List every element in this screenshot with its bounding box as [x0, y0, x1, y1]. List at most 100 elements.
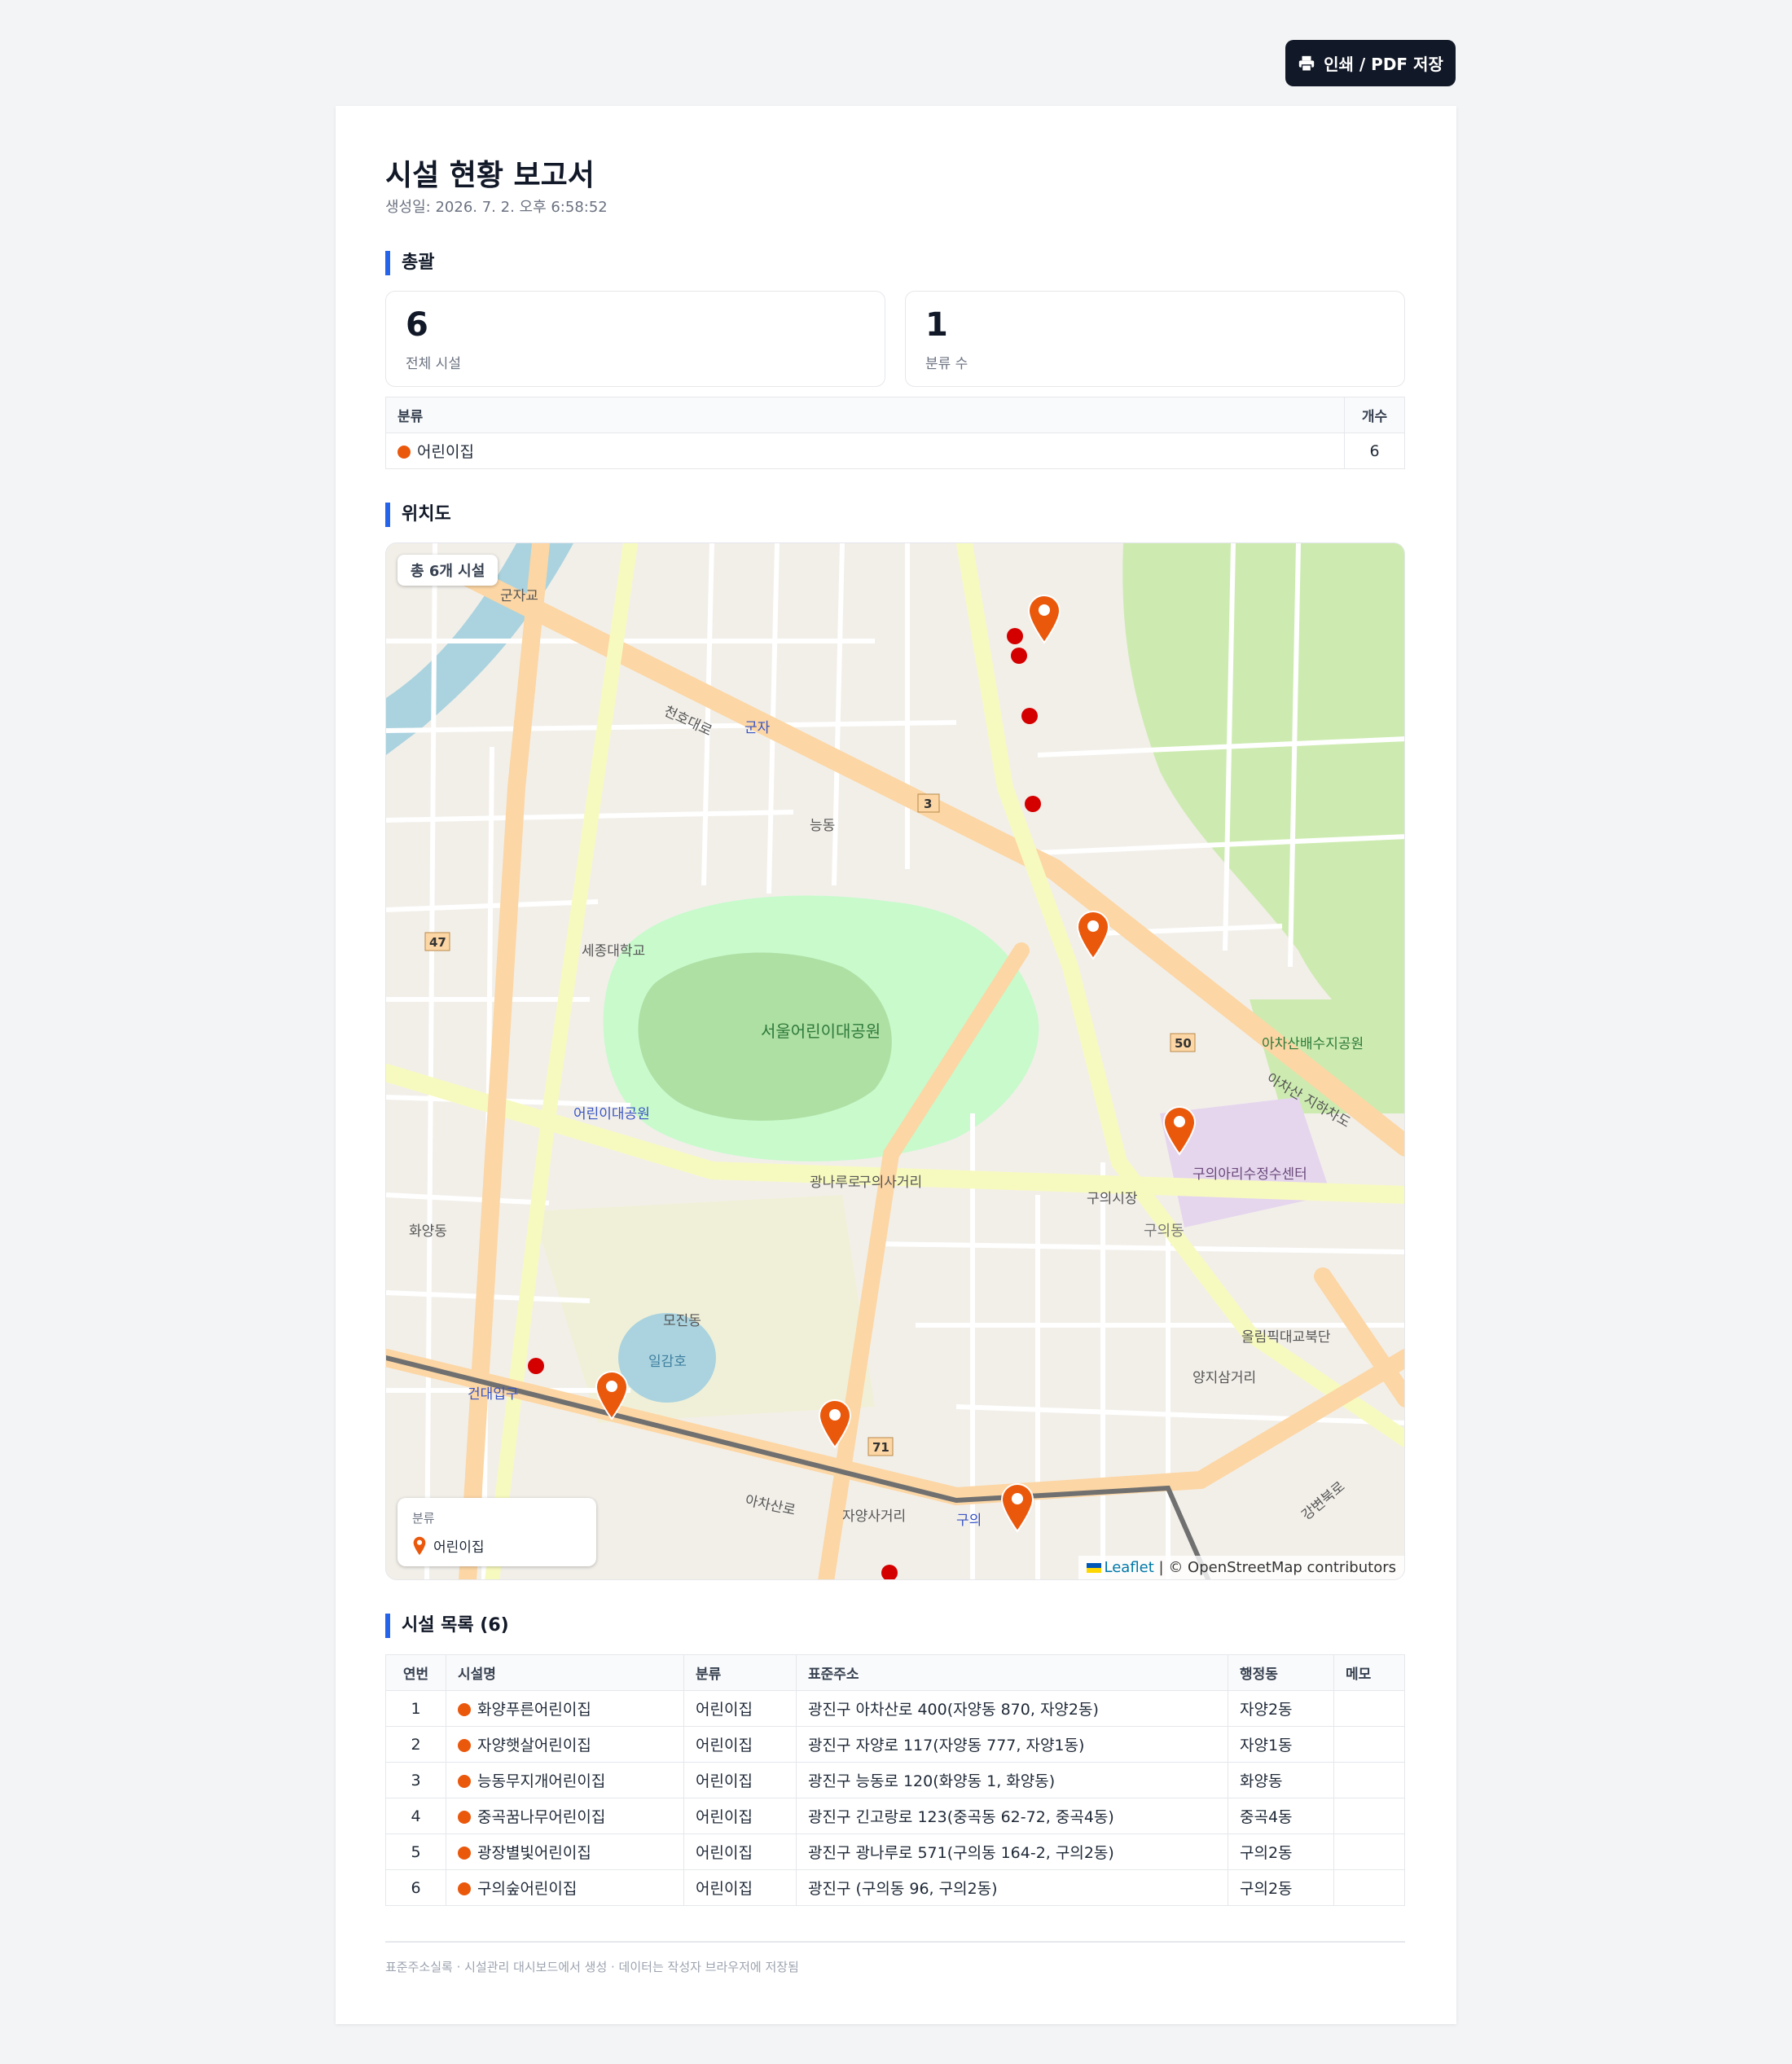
col-count: 개수: [1344, 397, 1405, 433]
report-title: 시설 현황 보고서: [385, 159, 595, 192]
map-label-guuidong: 구의동: [1144, 1223, 1184, 1240]
map-pin-icon: [413, 1536, 426, 1555]
row-name: 화양푸른어린이집: [446, 1690, 684, 1727]
table-row: 1 화양푸른어린이집 어린이집 광진구 아차산로 400(자양동 870, 자양…: [385, 1690, 1405, 1727]
facility-marker-3[interactable]: [595, 1370, 629, 1421]
row-memo: [1333, 1869, 1405, 1906]
col-memo: 메모: [1333, 1654, 1405, 1691]
row-dong: 자양2동: [1228, 1690, 1334, 1727]
map-label-mojin: 모진동: [663, 1313, 701, 1329]
col-category: 분류: [683, 1654, 797, 1691]
row-memo: [1333, 1726, 1405, 1763]
row-name: 중곡꿈나무어린이집: [446, 1798, 684, 1834]
col-address: 표준주소: [796, 1654, 1228, 1691]
row-dong: 중곡4동: [1228, 1798, 1334, 1834]
category-name: 어린이집: [417, 443, 474, 461]
facility-marker-4[interactable]: [1027, 594, 1061, 644]
row-address: 광진구 광나루로 571(구의동 164-2, 구의2동): [796, 1833, 1228, 1870]
facility-name: 능동무지개어린이집: [477, 1772, 606, 1790]
category-dot-icon: [458, 1703, 471, 1716]
facility-name: 자양햇살어린이집: [477, 1737, 591, 1754]
route-47-shield: 47: [429, 935, 446, 950]
print-pdf-label: 인쇄 / PDF 저장: [1324, 55, 1443, 74]
facility-marker-1[interactable]: [1000, 1482, 1034, 1533]
row-memo: [1333, 1798, 1405, 1834]
map-label-ilgamho: 일감호: [648, 1354, 687, 1370]
legend-item-label: 어린이집: [433, 1539, 485, 1556]
total-facilities-card: 6 전체 시설: [385, 291, 885, 387]
footer-note: 표준주소실록 · 시설관리 대시보드에서 생성 · 데이터는 작성자 브라우저에…: [385, 1960, 799, 1974]
map-label-konkuk: 건대입구: [468, 1386, 519, 1403]
report-sheet: 시설 현황 보고서 생성일: 2026. 7. 2. 오후 6:58:52 총괄…: [336, 106, 1456, 2024]
map-label-neungdong: 능동: [810, 818, 835, 834]
row-name: 구의숲어린이집: [446, 1869, 684, 1906]
map-legend: 분류 어린이집: [397, 1498, 596, 1566]
map-label-sejong: 세종대학교: [582, 943, 645, 960]
row-address: 광진구 긴고랑로 123(중곡동 62-72, 중곡4동): [796, 1798, 1228, 1834]
map-label-guui-arisu: 구의아리수정수센터: [1192, 1166, 1307, 1183]
summary-heading: 총괄: [385, 251, 434, 275]
printer-icon: [1298, 55, 1315, 72]
facility-name: 화양푸른어린이집: [477, 1701, 591, 1719]
map-label-gunja: 군자: [744, 720, 771, 736]
facility-name: 구의숲어린이집: [477, 1880, 578, 1898]
row-no: 1: [385, 1690, 446, 1727]
map-tiles: 군자교 천호대로 군자 능동 세종대학교 서울어린이대공원 어린이대공원 광나루…: [386, 543, 1404, 1579]
facility-count-badge: 총 6개 시설: [397, 555, 499, 586]
row-name: 광장별빛어린이집: [446, 1833, 684, 1870]
row-dong: 자양1동: [1228, 1726, 1334, 1763]
print-pdf-button[interactable]: 인쇄 / PDF 저장: [1285, 40, 1456, 86]
row-category: 어린이집: [683, 1762, 797, 1798]
category-dot-icon: [458, 1882, 471, 1895]
row-address: 광진구 (구의동 96, 구의2동): [796, 1869, 1228, 1906]
facility-name: 중곡꿈나무어린이집: [477, 1808, 606, 1826]
category-count-label: 분류 수: [925, 356, 968, 372]
category-dot-icon: [458, 1739, 471, 1752]
facility-name: 광장별빛어린이집: [477, 1844, 591, 1862]
map-label-childpark: 서울어린이대공원: [761, 1021, 881, 1041]
map-label-gwangnaru: 광나루로: [810, 1175, 861, 1191]
row-no: 2: [385, 1726, 446, 1763]
facility-marker-5[interactable]: [1076, 910, 1110, 960]
map-label-guui-sageori: 구의사거리: [859, 1175, 922, 1191]
total-facilities-label: 전체 시설: [406, 356, 461, 372]
route-50-shield: 50: [1175, 1036, 1192, 1051]
legend-title: 분류: [412, 1511, 435, 1526]
legend-item: 어린이집: [412, 1535, 485, 1556]
location-map[interactable]: 군자교 천호대로 군자 능동 세종대학교 서울어린이대공원 어린이대공원 광나루…: [385, 542, 1405, 1580]
route-71-shield: 71: [872, 1440, 889, 1455]
count-cell: 6: [1344, 433, 1405, 469]
col-dong: 행정동: [1228, 1654, 1334, 1691]
category-dot-icon: [458, 1847, 471, 1860]
table-row: 5 광장별빛어린이집 어린이집 광진구 광나루로 571(구의동 164-2, …: [385, 1833, 1405, 1870]
facility-marker-6[interactable]: [1162, 1105, 1197, 1156]
map-label-gunjagyo: 군자교: [500, 588, 538, 604]
map-label-guui: 구의: [956, 1513, 982, 1529]
total-facilities-value: 6: [406, 306, 428, 344]
table-row: 3 능동무지개어린이집 어린이집 광진구 능동로 120(화양동 1, 화양동)…: [385, 1762, 1405, 1798]
row-category: 어린이집: [683, 1833, 797, 1870]
map-label-jayang-sageori: 자양사거리: [842, 1508, 906, 1525]
row-no: 4: [385, 1798, 446, 1834]
route-3-shield: 3: [924, 797, 932, 811]
row-name: 능동무지개어린이집: [446, 1762, 684, 1798]
map-label-guui-market: 구의시장: [1087, 1191, 1138, 1207]
table-row: 어린이집 6: [385, 433, 1405, 469]
category-dot-icon: [397, 446, 411, 459]
row-memo: [1333, 1833, 1405, 1870]
col-category: 분류: [385, 397, 1345, 433]
leaflet-link[interactable]: Leaflet: [1105, 1559, 1154, 1576]
map-heading: 위치도: [385, 503, 451, 527]
map-label-hwayang: 화양동: [409, 1223, 447, 1240]
category-summary-table: 분류 개수 어린이집 6: [385, 397, 1405, 469]
row-address: 광진구 능동로 120(화양동 1, 화양동): [796, 1762, 1228, 1798]
row-dong: 구의2동: [1228, 1833, 1334, 1870]
map-label-yangji: 양지삼거리: [1192, 1370, 1256, 1386]
row-no: 3: [385, 1762, 446, 1798]
category-cell: 어린이집: [385, 433, 1345, 469]
col-name: 시설명: [446, 1654, 684, 1691]
category-count-value: 1: [925, 306, 948, 344]
row-memo: [1333, 1762, 1405, 1798]
map-label-achasan-park: 아차산배수지공원: [1262, 1036, 1364, 1052]
facility-marker-2[interactable]: [818, 1399, 852, 1449]
